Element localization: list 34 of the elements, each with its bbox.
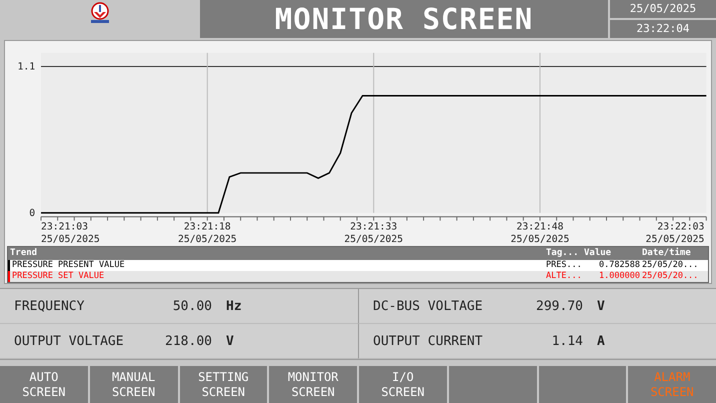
reading-unit: A bbox=[597, 334, 605, 348]
column-header: Tag... bbox=[546, 247, 580, 260]
reading-value: 299.70 bbox=[535, 298, 583, 314]
legend-row[interactable]: PRESSURE SET VALUE ALTE... 1.000000 25/05/20... bbox=[8, 271, 708, 282]
x-tick-label: 23:21:48 25/05/2025 bbox=[510, 221, 570, 246]
date-display: 25/05/2025 bbox=[610, 0, 716, 18]
reading-label: OUTPUT CURRENT bbox=[373, 334, 484, 348]
nav-button[interactable]: SETTING SCREEN bbox=[180, 366, 268, 403]
reading-unit: Hz bbox=[226, 298, 242, 314]
column-header: Trend bbox=[9, 247, 38, 260]
x-tick-label: 23:21:18 25/05/2025 bbox=[178, 221, 237, 246]
nav-button[interactable]: AUTO SCREEN bbox=[0, 366, 88, 403]
x-tick-label: 23:22:03 25/05/2025 bbox=[646, 221, 704, 246]
reading-label: DC-BUS VOLTAGE bbox=[373, 298, 484, 314]
reading-value: 1.14 bbox=[550, 334, 583, 348]
y-tick-label: 0 bbox=[29, 208, 36, 219]
x-tick-label: 23:21:33 25/05/2025 bbox=[344, 221, 403, 246]
reading-value: 218.00 bbox=[164, 334, 212, 348]
nav-button[interactable]: MONITOR SCREEN bbox=[269, 366, 357, 403]
reading-unit: V bbox=[226, 334, 234, 348]
nav-button[interactable]: MANUAL SCREEN bbox=[90, 366, 178, 403]
reading-unit: V bbox=[597, 298, 605, 314]
reading-label: OUTPUT VOLTAGE bbox=[14, 334, 125, 348]
x-tick-label: 23:21:03 25/05/2025 bbox=[41, 221, 100, 246]
reading-label: FREQUENCY bbox=[14, 298, 86, 314]
blank-button[interactable] bbox=[448, 366, 536, 403]
column-header: Date/time bbox=[641, 247, 692, 260]
nav-button[interactable]: I/O SCREEN bbox=[359, 366, 447, 403]
screen-title: MONITOR SCREEN bbox=[200, 0, 608, 38]
blank-button[interactable] bbox=[538, 366, 626, 403]
time-display: 23:22:04 bbox=[610, 20, 716, 38]
reading-value: 50.00 bbox=[172, 298, 212, 314]
column-header: Value bbox=[584, 247, 612, 260]
y-tick-label: 1.1 bbox=[18, 61, 36, 72]
